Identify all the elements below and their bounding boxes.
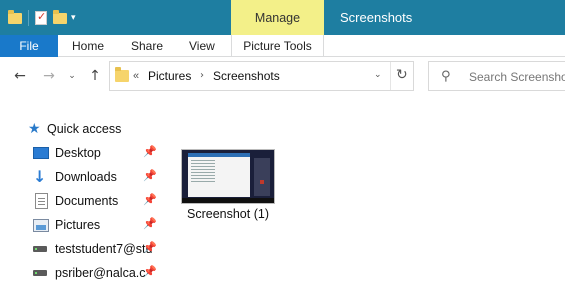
tab-view[interactable]: View — [189, 35, 215, 57]
search-icon: ⚲ — [441, 69, 451, 84]
sidebar-item-network-drive[interactable]: psriber@nalca.c 📌 — [0, 261, 165, 285]
network-drive-icon — [33, 246, 47, 252]
network-drive-icon — [33, 270, 47, 276]
address-toolbar: ← → ⌄ ↑ « Pictures › Screenshots ⌄ ↻ ⚲ S… — [0, 57, 565, 97]
sidebar-item-label: teststudent7@stu — [55, 242, 153, 256]
recent-locations-chevron-icon[interactable]: ⌄ — [63, 67, 81, 85]
properties-icon[interactable] — [35, 10, 47, 25]
tab-picture-tools[interactable]: Picture Tools — [231, 35, 324, 57]
refresh-icon: ↻ — [396, 67, 408, 83]
address-overflow-chevron[interactable]: « — [133, 70, 139, 82]
qat-separator — [28, 10, 29, 26]
back-arrow-icon[interactable]: ← — [11, 67, 29, 85]
breadcrumb-separator-icon[interactable]: › — [200, 70, 204, 81]
breadcrumb-pictures[interactable]: Pictures — [148, 69, 191, 83]
pin-icon[interactable]: 📌 — [143, 241, 157, 254]
pin-icon[interactable]: 📌 — [143, 193, 157, 206]
file-name[interactable]: Screenshot (1) — [175, 207, 281, 221]
sidebar-item-label: Documents — [55, 194, 119, 208]
file-item[interactable]: Screenshot (1) — [181, 149, 277, 229]
forward-arrow-icon[interactable]: → — [40, 67, 58, 85]
desktop-icon — [33, 147, 49, 159]
pin-icon[interactable]: 📌 — [143, 145, 157, 158]
tab-manage[interactable]: Manage — [231, 0, 324, 35]
folder-icon[interactable] — [8, 10, 22, 25]
sidebar-item-pictures[interactable]: Pictures 📌 — [0, 213, 165, 237]
title-bar: ▾ Manage Screenshots — [0, 0, 565, 35]
address-dropdown-icon[interactable]: ⌄ — [374, 70, 382, 80]
sidebar-item-documents[interactable]: Documents 📌 — [0, 189, 165, 213]
documents-icon — [35, 193, 48, 209]
quick-access-toolbar: ▾ — [8, 8, 76, 28]
sidebar-item-label: Desktop — [55, 146, 101, 160]
search-placeholder: Search Screenshots — [469, 70, 565, 84]
tab-share[interactable]: Share — [131, 35, 163, 57]
search-box[interactable]: ⚲ Search Screenshots — [428, 61, 565, 91]
pictures-icon — [33, 219, 49, 232]
download-icon: ↓ — [33, 167, 47, 186]
ribbon-tabs: File Home Share View Picture Tools — [0, 35, 565, 57]
sidebar-item-label: Downloads — [55, 170, 117, 184]
sidebar-item-label: psriber@nalca.c — [55, 266, 146, 280]
pin-icon[interactable]: 📌 — [143, 217, 157, 230]
star-icon: ★ — [28, 121, 41, 137]
refresh-button[interactable]: ↻ — [390, 62, 414, 90]
window-title: Screenshots — [340, 10, 413, 25]
folder-icon — [115, 67, 129, 82]
pin-icon[interactable]: 📌 — [143, 169, 157, 182]
sidebar-item-desktop[interactable]: Desktop 📌 — [0, 141, 165, 165]
sidebar-item-label: Pictures — [55, 218, 101, 232]
navigation-pane: ★ Quick access Desktop 📌 ↓ Downloads 📌 D… — [0, 97, 165, 280]
tab-home[interactable]: Home — [72, 35, 104, 57]
tab-file[interactable]: File — [0, 35, 58, 57]
sidebar-item-downloads[interactable]: ↓ Downloads 📌 — [0, 165, 165, 189]
file-list: Screenshot (1) — [165, 97, 565, 272]
sidebar-item-label: Quick access — [47, 122, 122, 136]
sidebar-item-network-drive[interactable]: teststudent7@stu 📌 — [0, 237, 165, 261]
chevron-down-icon[interactable]: ▾ — [71, 13, 76, 23]
sidebar-item-quick-access[interactable]: ★ Quick access — [0, 117, 165, 141]
image-thumbnail[interactable] — [181, 149, 275, 204]
breadcrumb-screenshots[interactable]: Screenshots — [213, 69, 280, 83]
up-arrow-icon[interactable]: ↑ — [86, 67, 104, 85]
address-bar[interactable]: « Pictures › Screenshots ⌄ ↻ — [109, 61, 414, 91]
new-folder-icon[interactable] — [53, 10, 67, 25]
